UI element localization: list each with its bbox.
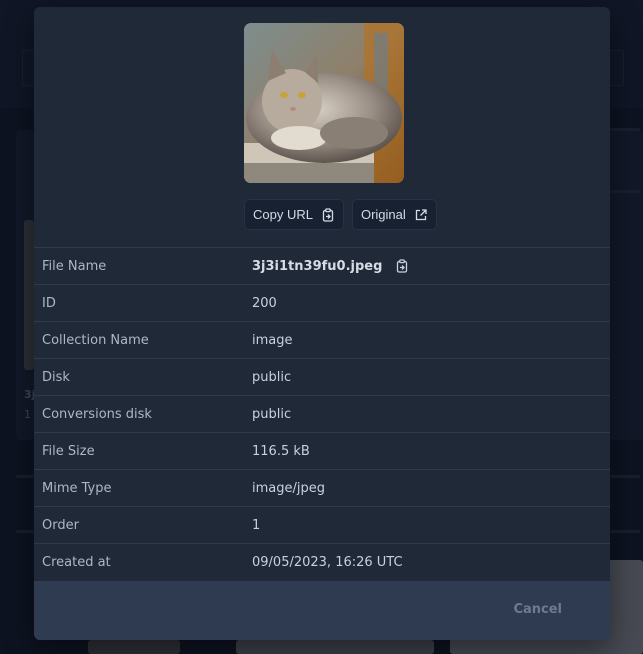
clipboard-icon (321, 207, 335, 222)
table-row: ID 200 (34, 284, 610, 322)
copy-url-label: Copy URL (253, 207, 313, 222)
detail-label: ID (34, 284, 236, 322)
detail-label: Collection Name (34, 321, 236, 359)
cancel-button[interactable]: Cancel (513, 602, 562, 617)
detail-value: 116.5 kB (236, 432, 610, 470)
file-details-table: File Name 3j3i1tn39fu0.jpeg ID 200 Colle… (34, 247, 610, 580)
detail-value: image/jpeg (236, 469, 610, 507)
detail-label: Order (34, 506, 236, 544)
table-row: Mime Type image/jpeg (34, 469, 610, 507)
detail-value: image (236, 321, 610, 359)
table-row: Order 1 (34, 506, 610, 544)
detail-value: 200 (236, 284, 610, 322)
detail-label: Mime Type (34, 469, 236, 507)
copy-filename-icon[interactable] (395, 259, 409, 273)
detail-label: File Size (34, 432, 236, 470)
detail-label: Created at (34, 543, 236, 580)
table-row: Created at 09/05/2023, 16:26 UTC (34, 543, 610, 580)
table-row: Conversions disk public (34, 395, 610, 433)
file-name-value: 3j3i1tn39fu0.jpeg (252, 258, 383, 274)
copy-url-button[interactable]: Copy URL (244, 199, 344, 230)
detail-label: Conversions disk (34, 395, 236, 433)
table-row: File Size 116.5 kB (34, 432, 610, 470)
cat-photo-icon (244, 23, 404, 183)
detail-label: Disk (34, 358, 236, 396)
table-row: Collection Name image (34, 321, 610, 359)
image-actions: Copy URL Original (244, 199, 437, 230)
image-preview (244, 23, 404, 183)
table-row: File Name 3j3i1tn39fu0.jpeg (34, 247, 610, 285)
detail-value: 3j3i1tn39fu0.jpeg (236, 247, 610, 285)
modal-footer: Cancel (34, 581, 610, 640)
detail-value: 1 (236, 506, 610, 544)
table-row: Disk public (34, 358, 610, 396)
detail-value: 09/05/2023, 16:26 UTC (236, 543, 610, 580)
original-button[interactable]: Original (351, 199, 437, 230)
detail-value: public (236, 395, 610, 433)
original-label: Original (360, 207, 406, 222)
external-link-icon (414, 208, 428, 222)
detail-label: File Name (34, 247, 236, 285)
detail-value: public (236, 358, 610, 396)
media-details-modal: Copy URL Original File Name 3j3i1tn39fu0… (34, 7, 610, 640)
